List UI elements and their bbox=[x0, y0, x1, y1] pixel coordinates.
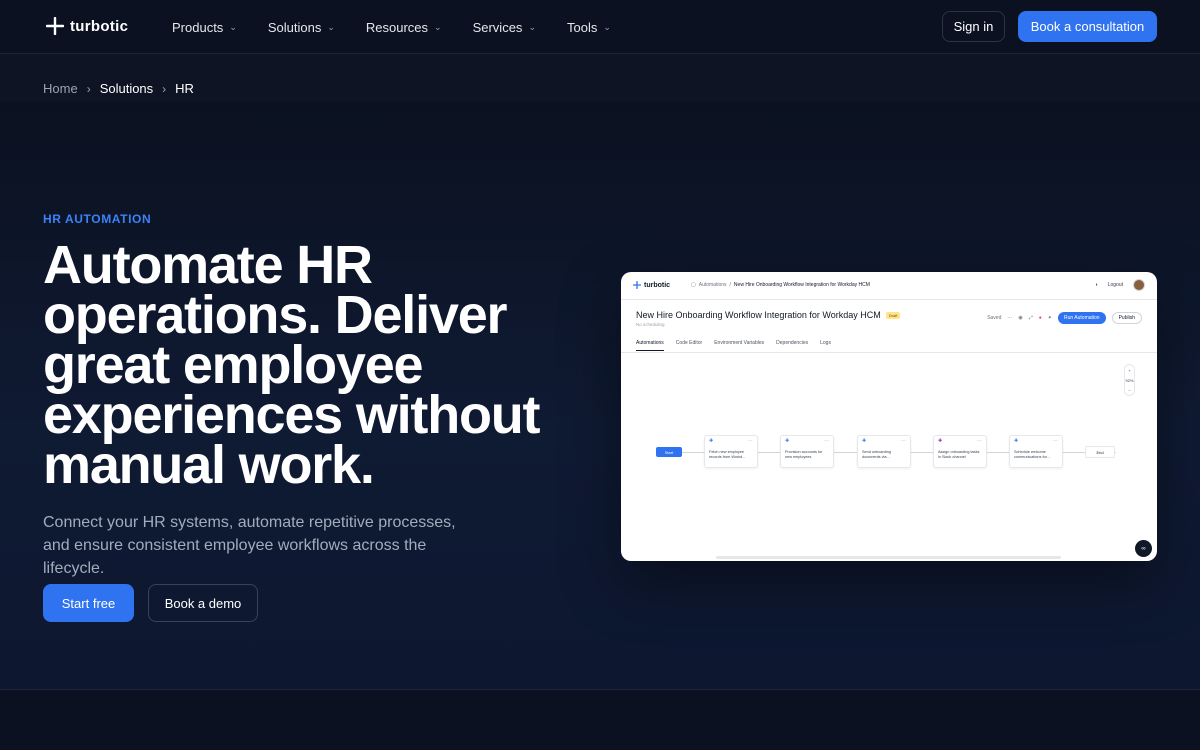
product-screenshot: turbotic ▢ Automations / New Hire Onboar… bbox=[621, 272, 1157, 561]
draft-badge: Draft bbox=[885, 311, 901, 319]
preview-topbar: turbotic ▢ Automations / New Hire Onboar… bbox=[621, 272, 1157, 300]
more-icon: ⋯ bbox=[977, 438, 982, 444]
next-section bbox=[0, 690, 1200, 750]
workflow-node-label: Fetch new employee records from Workd... bbox=[709, 450, 746, 459]
hero-headline: Automate HR operations. Deliver great em… bbox=[43, 235, 541, 495]
more-icon: ⋯ bbox=[1007, 315, 1013, 321]
end-node-label: End bbox=[1096, 449, 1104, 455]
breadcrumb-hr: HR bbox=[175, 81, 194, 96]
preview-tab-logs: Logs bbox=[820, 340, 831, 346]
chevron-down-icon: ⌄ bbox=[434, 21, 442, 32]
workflow-node: ✚ ⋯ Provision accounts for new employees bbox=[780, 435, 834, 468]
preview-tab-divider bbox=[621, 352, 1157, 353]
chevron-down-icon: ⌄ bbox=[327, 21, 335, 32]
nav-resources[interactable]: Resources ⌄ bbox=[366, 20, 442, 35]
alert-icon: ● bbox=[1038, 315, 1042, 321]
more-icon: ⋯ bbox=[901, 438, 906, 444]
start-free-button[interactable]: Start free bbox=[43, 584, 134, 622]
breadcrumb-home[interactable]: Home bbox=[43, 81, 78, 96]
workflow-node-label: Provision accounts for new employees bbox=[785, 450, 823, 459]
workflow-node-label: Schedule welcome communications for... bbox=[1014, 450, 1050, 459]
sign-in-button[interactable]: Sign in bbox=[942, 11, 1005, 42]
slack-icon: ✚ bbox=[938, 438, 943, 444]
nav-tools[interactable]: Tools ⌄ bbox=[567, 20, 611, 35]
workflow-node-label: Assign onboarding tasks in Slack channel bbox=[938, 450, 980, 459]
preview-crumb-sep: / bbox=[729, 282, 731, 288]
preview-zoom-control: + 92% − bbox=[1124, 364, 1135, 396]
nav-tools-label: Tools bbox=[566, 19, 598, 35]
preview-user-area: ◑ Logout bbox=[1095, 279, 1145, 291]
workflow-node: ✚ ⋯ Assign onboarding tasks in Slack cha… bbox=[933, 435, 987, 468]
breadcrumb: Home › Solutions › HR bbox=[43, 81, 194, 96]
panel-icon: ▢ bbox=[691, 282, 696, 288]
workflow-end-node: End bbox=[1085, 446, 1115, 458]
workflow-node: ✚ ⋯ Fetch new employee records from Work… bbox=[704, 435, 758, 468]
zoom-out-icon: − bbox=[1128, 387, 1131, 393]
preview-logo: turbotic bbox=[633, 281, 670, 289]
preview-tab-automations: Automations bbox=[636, 340, 664, 351]
chevron-right-icon: › bbox=[86, 81, 91, 96]
avatar bbox=[1133, 279, 1145, 291]
preview-tabs: Automations Code Editor Environment Vari… bbox=[636, 340, 831, 351]
workflow-start-node: Start bbox=[656, 447, 682, 457]
logo-text: turbotic bbox=[70, 17, 129, 35]
magic-icon: ✦ bbox=[1047, 315, 1052, 321]
preview-scrollbar bbox=[716, 556, 1061, 559]
hero-subtitle: Connect your HR systems, automate repeti… bbox=[43, 514, 456, 577]
main-menu: Products ⌄ Solutions ⌄ Resources ⌄ Servi… bbox=[172, 0, 611, 54]
chevron-down-icon: ⌄ bbox=[229, 21, 237, 32]
top-navbar: turbotic Products ⌄ Solutions ⌄ Resource… bbox=[0, 0, 1200, 54]
preview-logo-text: turbotic bbox=[644, 281, 671, 289]
preview-logout: Logout bbox=[1107, 282, 1123, 288]
preview-title: New Hire Onboarding Workflow Integration… bbox=[636, 310, 881, 320]
book-demo-button[interactable]: Book a demo bbox=[148, 584, 258, 622]
nav-services-label: Services bbox=[472, 19, 523, 35]
step-icon: ✚ bbox=[785, 438, 790, 444]
preview-schedule: No scheduling bbox=[636, 322, 665, 327]
nav-resources-label: Resources bbox=[365, 19, 429, 35]
chevron-down-icon: ⌄ bbox=[603, 21, 611, 32]
turbotic-logo[interactable]: turbotic bbox=[45, 16, 129, 36]
preview-tab-code-editor: Code Editor bbox=[675, 340, 703, 346]
nav-solutions-label: Solutions bbox=[267, 19, 322, 35]
nav-products[interactable]: Products ⌄ bbox=[172, 20, 237, 35]
step-icon: ✚ bbox=[1014, 438, 1019, 444]
preview-crumb-root: Automations bbox=[698, 282, 727, 288]
more-icon: ⋯ bbox=[748, 438, 753, 444]
nav-solutions[interactable]: Solutions ⌄ bbox=[268, 20, 335, 35]
nav-products-label: Products bbox=[172, 19, 224, 35]
start-node-label: Start bbox=[664, 449, 674, 455]
step-icon: ✚ bbox=[862, 438, 867, 444]
step-icon: ✚ bbox=[709, 438, 714, 444]
chevron-right-icon: › bbox=[162, 81, 167, 96]
preview-crumb-current: New Hire Onboarding Workflow Integration… bbox=[733, 282, 870, 288]
preview-title-row: New Hire Onboarding Workflow Integration… bbox=[636, 310, 901, 320]
preview-breadcrumb: ▢ Automations / New Hire Onboarding Work… bbox=[691, 282, 870, 288]
zoom-in-icon: + bbox=[1128, 367, 1131, 373]
preview-zoom-level: 92% bbox=[1125, 377, 1134, 383]
workflow-node: ✚ ⋯ Schedule welcome communications for.… bbox=[1009, 435, 1063, 468]
more-icon: ⋯ bbox=[824, 438, 829, 444]
theme-toggle-icon: ◑ bbox=[1094, 282, 1098, 288]
turbotic-logo-icon bbox=[45, 16, 65, 36]
nav-services[interactable]: Services ⌄ bbox=[473, 20, 536, 35]
hero-eyebrow: HR AUTOMATION bbox=[43, 212, 152, 226]
chevron-down-icon: ⌄ bbox=[528, 21, 536, 32]
preview-tab-dependencies: Dependencies bbox=[776, 340, 809, 346]
share-icon: ⤢ bbox=[1028, 315, 1033, 321]
preview-publish-button: Publish bbox=[1111, 312, 1142, 324]
workflow-node-label: Send onboarding documents via... bbox=[862, 450, 891, 459]
breadcrumb-solutions[interactable]: Solutions bbox=[100, 81, 153, 96]
workflow-node: ✚ ⋯ Send onboarding documents via... bbox=[857, 435, 911, 468]
preview-run-button: Run Automation bbox=[1058, 312, 1106, 324]
book-consultation-button[interactable]: Book a consultation bbox=[1018, 11, 1157, 42]
chat-icon: ∞ bbox=[1135, 540, 1152, 557]
eye-icon: ◉ bbox=[1018, 315, 1023, 321]
more-icon: ⋯ bbox=[1053, 438, 1058, 444]
turbotic-logo-icon bbox=[633, 281, 641, 289]
preview-actions: Saved ⋯ ◉ ⤢ ● ✦ Run Automation Publish bbox=[987, 312, 1142, 324]
preview-tab-env-vars: Environment Variables bbox=[714, 340, 765, 346]
preview-saved: Saved bbox=[987, 315, 1002, 321]
